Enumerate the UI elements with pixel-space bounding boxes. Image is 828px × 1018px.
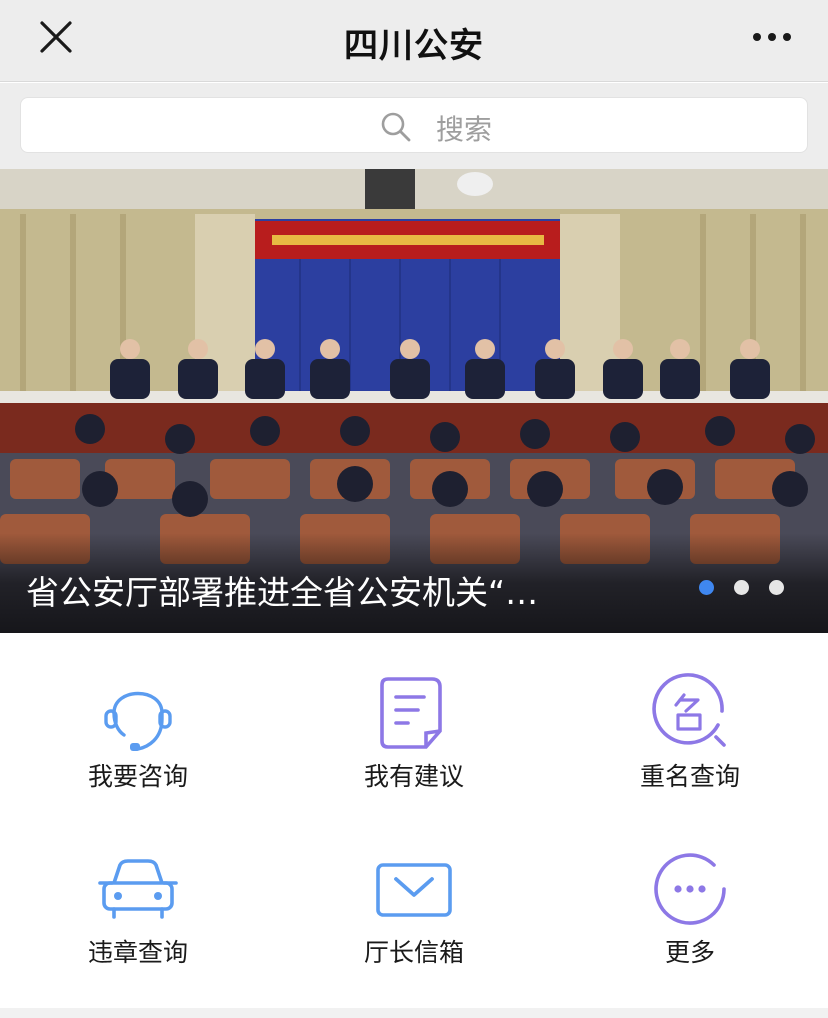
carousel-dot-1[interactable] [699, 580, 714, 595]
headset-icon [104, 691, 172, 751]
search-area: 搜索 [0, 83, 828, 169]
mailbox-icon [376, 863, 452, 917]
banner-caption[interactable]: 省公安厅部署推进全省公安机关“… [26, 566, 538, 614]
service-label: 我有建议 [363, 762, 464, 791]
service-label: 厅长信箱 [363, 938, 464, 967]
page-title: 四川公安 [344, 26, 484, 66]
search-placeholder: 搜索 [436, 113, 493, 146]
service-violation[interactable]: 违章查询 [0, 809, 276, 979]
document-icon [380, 677, 442, 749]
more-dots-icon[interactable] [752, 26, 792, 48]
service-consult[interactable]: 我要咨询 [0, 633, 276, 803]
service-label: 重名查询 [639, 762, 740, 791]
carousel-dot-2[interactable] [734, 580, 749, 595]
search-input[interactable]: 搜索 [20, 97, 808, 153]
news-banner[interactable]: 省公安厅部署推进全省公安机关“… [0, 169, 828, 633]
service-director-mailbox[interactable]: 厅长信箱 [276, 809, 552, 979]
service-grid: 我要咨询 我有建议 重名查询 违章查询 厅长信箱 更多 [0, 633, 828, 1008]
service-name-search[interactable]: 重名查询 [552, 633, 828, 803]
search-icon [381, 112, 411, 142]
service-label: 我要咨询 [87, 762, 188, 791]
carousel-indicator [699, 580, 784, 595]
service-label: 更多 [664, 938, 715, 967]
car-icon [98, 859, 178, 919]
top-bar: 四川公安 [0, 0, 828, 82]
service-more[interactable]: 更多 [552, 809, 828, 979]
bottom-divider [0, 1008, 828, 1018]
carousel-dot-3[interactable] [769, 580, 784, 595]
name-search-icon [652, 673, 726, 747]
service-suggestion[interactable]: 我有建议 [276, 633, 552, 803]
more-circle-icon [654, 853, 726, 925]
service-label: 违章查询 [87, 938, 188, 967]
